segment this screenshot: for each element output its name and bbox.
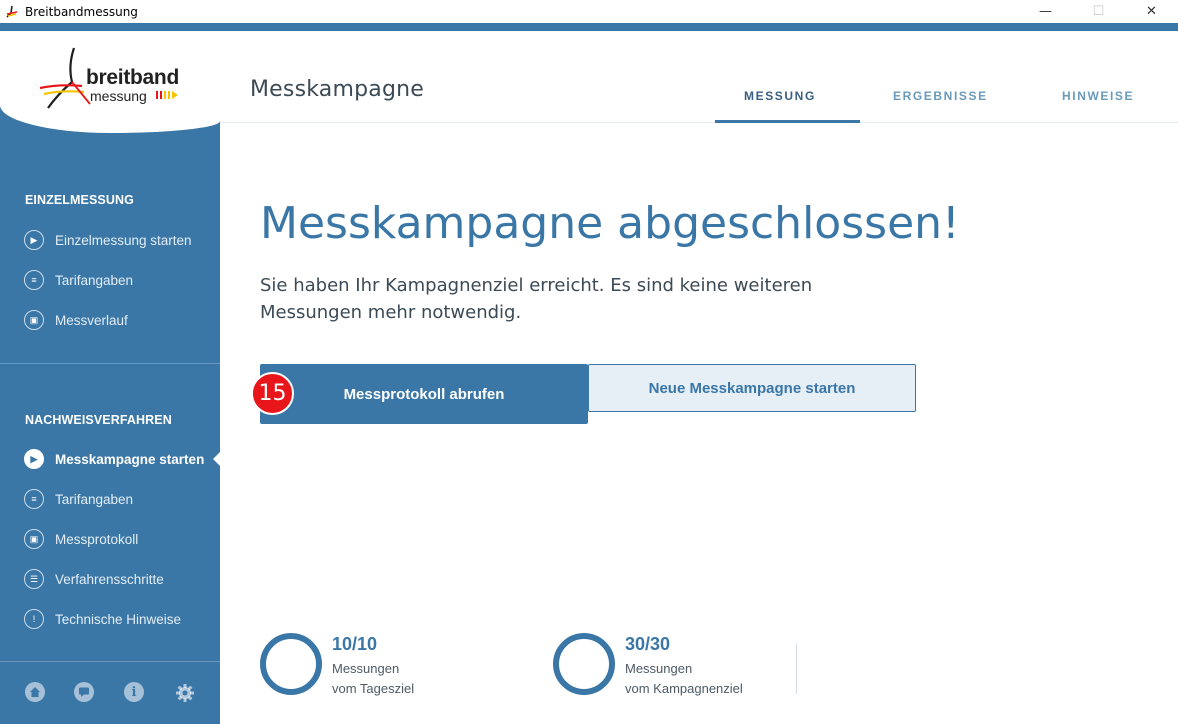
logo-text-messung: messung	[90, 88, 147, 104]
completion-heading: Messkampagne abgeschlossen!	[260, 198, 960, 249]
active-indicator	[213, 452, 220, 466]
home-icon[interactable]	[25, 682, 45, 702]
close-button[interactable]: ✕	[1125, 0, 1178, 23]
progress-ring	[260, 633, 322, 695]
sidebar-item-label: Messverlauf	[55, 312, 128, 328]
active-tab-underline	[715, 120, 860, 123]
page-title: Messkampagne	[250, 77, 424, 102]
sidebar-item-messverlauf[interactable]: ▣ Messverlauf	[24, 308, 128, 332]
sidebar-item-label: Verfahrensschritte	[55, 571, 164, 587]
campaign-goal-stat: 30/30 Messungen vom Kampagnenziel	[553, 630, 783, 700]
tab-messung[interactable]: MESSUNG	[744, 89, 816, 103]
clipboard-icon: ▣	[24, 529, 44, 549]
step-number-badge: 15	[251, 372, 294, 415]
sidebar-item-label: Technische Hinweise	[55, 611, 182, 627]
section-title-nachweisverfahren: NACHWEISVERFAHREN	[25, 413, 172, 427]
sidebar-item-einzelmessung-starten[interactable]: ▶ Einzelmessung starten	[24, 228, 192, 252]
stat-label: Messungen	[332, 661, 400, 676]
sidebar-item-label: Messkampagne starten	[55, 451, 205, 467]
sidebar-item-verfahrensschritte[interactable]: ☰ Verfahrensschritte	[24, 567, 164, 591]
stats-divider	[796, 644, 797, 694]
window-title: Breitbandmessung	[25, 4, 138, 19]
sidebar: breitband messung EINZELMESSUNG ▶ Einzel…	[0, 31, 220, 724]
stat-sublabel: vom Kampagnenziel	[625, 681, 743, 696]
chat-icon[interactable]	[74, 682, 94, 702]
progress-ring	[553, 633, 615, 695]
user-card-icon: ≡	[24, 270, 44, 290]
tab-hinweise[interactable]: HINWEISE	[1062, 89, 1134, 103]
stat-value: 30/30	[625, 634, 671, 654]
sidebar-item-label: Messprotokoll	[55, 531, 139, 547]
stat-sublabel: vom Tagesziel	[332, 681, 415, 696]
app-icon	[5, 5, 19, 19]
page-header: Messkampagne MESSUNG ERGEBNISSE HINWEISE	[220, 31, 1178, 123]
logo-area: breitband messung	[0, 31, 220, 133]
sidebar-item-label: Tarifangaben	[55, 272, 134, 288]
sidebar-item-technische-hinweise[interactable]: ! Technische Hinweise	[24, 607, 181, 631]
sidebar-item-label: Tarifangaben	[55, 491, 134, 507]
user-card-icon: ≡	[24, 489, 44, 509]
sidebar-item-tarifangaben-1[interactable]: ≡ Tarifangaben	[24, 268, 133, 292]
info-icon[interactable]: i	[124, 682, 144, 702]
messprotokoll-abrufen-button[interactable]: Messprotokoll abrufen	[260, 364, 588, 424]
sidebar-item-messprotokoll[interactable]: ▣ Messprotokoll	[24, 527, 138, 551]
completion-description: Sie haben Ihr Kampagnenziel erreicht. Es…	[260, 275, 813, 323]
sidebar-item-messkampagne-starten[interactable]: ▶ Messkampagne starten	[24, 447, 204, 471]
top-accent-bar	[0, 23, 1178, 31]
sidebar-item-label: Einzelmessung starten	[55, 232, 192, 248]
maximize-button[interactable]: ☐	[1072, 0, 1125, 23]
section-title-einzelmessung: EINZELMESSUNG	[25, 193, 134, 207]
stat-value: 10/10	[332, 634, 378, 654]
breitbandmessung-logo: breitband messung	[38, 46, 188, 116]
stat-label: Messungen	[625, 661, 693, 676]
play-icon: ▶	[24, 449, 44, 469]
warning-icon: !	[24, 609, 44, 629]
list-icon: ☰	[24, 569, 44, 589]
clipboard-icon: ▣	[24, 310, 44, 330]
sidebar-divider	[0, 661, 220, 662]
play-icon: ▶	[24, 230, 44, 250]
daily-goal-stat: 10/10 Messungen vom Tagesziel	[260, 630, 460, 700]
sidebar-divider	[0, 363, 220, 364]
minimize-button[interactable]: —	[1019, 0, 1072, 23]
tab-ergebnisse[interactable]: ERGEBNISSE	[893, 89, 988, 103]
logo-text-breitband: breitband	[86, 66, 179, 89]
neue-messkampagne-starten-button[interactable]: Neue Messkampagne starten	[588, 364, 916, 412]
window-titlebar: Breitbandmessung — ☐ ✕	[0, 0, 1178, 23]
gear-icon[interactable]	[174, 682, 196, 704]
sidebar-item-tarifangaben-2[interactable]: ≡ Tarifangaben	[24, 487, 133, 511]
